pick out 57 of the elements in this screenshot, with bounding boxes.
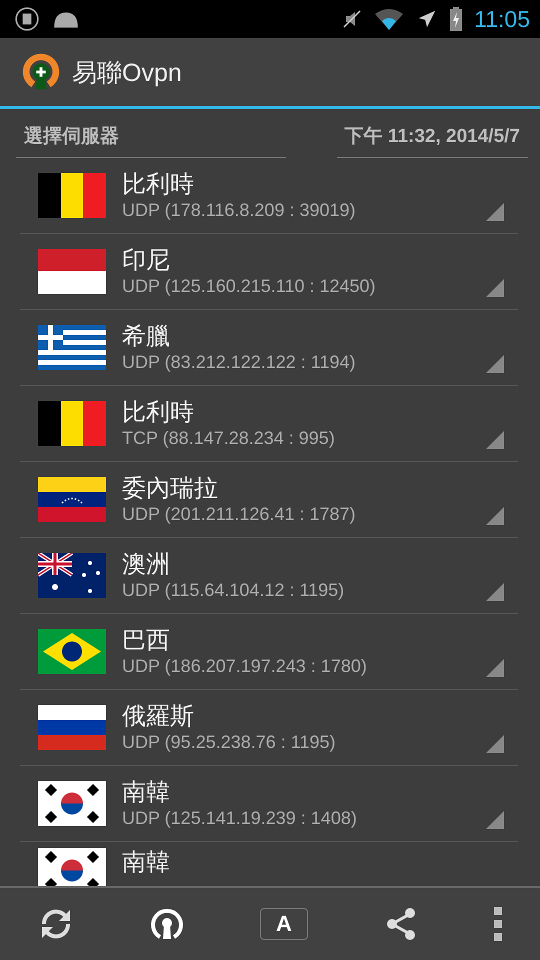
flag-icon xyxy=(38,173,106,218)
status-time: 11:05 xyxy=(474,6,530,32)
wifi-icon xyxy=(374,8,404,30)
corner-triangle-icon xyxy=(486,203,504,221)
corner-triangle-icon xyxy=(486,355,504,373)
flag-icon xyxy=(38,848,106,886)
server-name: 印尼 xyxy=(122,246,171,274)
server-name: 南韓 xyxy=(122,778,171,806)
server-address: UDP (83.212.122.122 : 1194) xyxy=(122,352,356,374)
corner-triangle-icon xyxy=(486,431,504,449)
server-name: 比利時 xyxy=(122,398,195,426)
server-name: 澳洲 xyxy=(122,550,171,578)
app-title: 易聯Ovpn xyxy=(72,58,182,88)
server-item[interactable]: 巴西 UDP (186.207.197.243 : 1780) xyxy=(20,614,518,690)
server-item[interactable]: 比利時 TCP (88.147.28.234 : 995) xyxy=(20,386,518,462)
update-time: 下午 11:32, 2014/5/7 xyxy=(336,119,528,158)
server-name: 比利時 xyxy=(122,170,195,198)
server-address: UDP (125.160.215.110 : 12450) xyxy=(122,276,376,298)
server-address: UDP (201.211.126.41 : 1787) xyxy=(122,504,356,526)
server-name: 委內瑞拉 xyxy=(122,474,219,502)
corner-triangle-icon xyxy=(486,583,504,601)
corner-triangle-icon xyxy=(486,507,504,525)
server-address: UDP (186.207.197.243 : 1780) xyxy=(122,656,367,678)
flag-icon xyxy=(38,781,106,826)
server-name: 希臘 xyxy=(122,322,171,350)
server-address: UDP (178.116.8.209 : 39019) xyxy=(122,200,356,222)
server-name: 南韓 xyxy=(122,848,170,877)
server-name: 巴西 xyxy=(122,626,171,654)
server-item[interactable]: 俄羅斯 UDP (95.25.238.76 : 1195) xyxy=(20,690,518,766)
server-item[interactable]: 南韓 UDP (125.141.19.239 : 1408) xyxy=(20,766,518,842)
corner-triangle-icon xyxy=(486,279,504,297)
server-address: TCP (88.147.28.234 : 995) xyxy=(122,428,335,450)
server-address: UDP (125.141.19.239 : 1408) xyxy=(122,808,357,830)
flag-icon xyxy=(38,705,106,750)
server-address: UDP (95.25.238.76 : 1195) xyxy=(122,732,336,754)
battery-icon xyxy=(450,6,462,32)
server-item[interactable]: 希臘 UDP (83.212.122.122 : 1194) xyxy=(20,310,518,386)
corner-triangle-icon xyxy=(486,659,504,677)
server-item[interactable]: 澳洲 UDP (115.64.104.12 : 1195) xyxy=(20,538,518,614)
server-item[interactable]: 比利時 UDP (178.116.8.209 : 39019) xyxy=(20,158,518,234)
server-item[interactable]: 印尼 UDP (125.160.215.110 : 12450) xyxy=(20,234,518,310)
mute-icon xyxy=(342,9,362,29)
vpn-key-icon[interactable] xyxy=(148,906,185,942)
server-item[interactable]: 委內瑞拉 UDP (201.211.126.41 : 1787) xyxy=(20,462,518,538)
server-name: 俄羅斯 xyxy=(122,702,195,730)
flag-icon xyxy=(38,249,106,294)
flag-icon xyxy=(38,325,106,370)
flag-icon xyxy=(38,401,106,446)
corner-triangle-icon xyxy=(486,811,504,829)
flag-icon xyxy=(38,629,106,674)
overflow-menu-icon[interactable] xyxy=(494,907,502,941)
flag-icon xyxy=(38,553,106,598)
font-button[interactable]: A xyxy=(260,908,308,940)
server-address: UDP (115.64.104.12 : 1195) xyxy=(122,580,344,602)
section-title: 選擇伺服器 xyxy=(16,119,286,158)
flag-icon xyxy=(38,477,106,522)
corner-triangle-icon xyxy=(486,735,504,753)
